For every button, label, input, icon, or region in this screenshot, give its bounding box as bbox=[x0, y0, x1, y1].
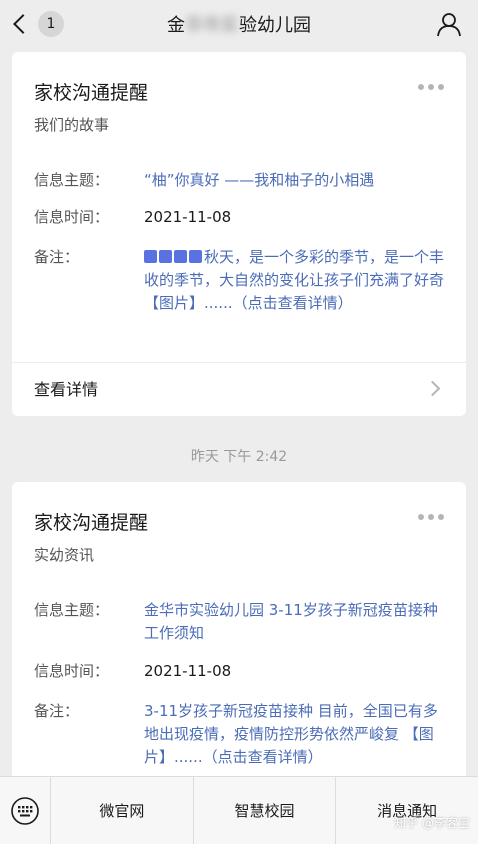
chevron-left-icon bbox=[13, 14, 33, 34]
note-value[interactable]: 秋天，是一个多彩的季节，是一个丰收的季节，大自然的变化让孩子们充满了好奇 【图片… bbox=[144, 246, 444, 315]
emoji-squares-icon bbox=[144, 246, 204, 269]
navigation-bar: 1 金华市实验幼儿园 bbox=[0, 0, 478, 48]
view-details-link[interactable]: 查看详情 bbox=[34, 376, 98, 400]
topic-label: 信息主题： bbox=[34, 171, 110, 189]
more-options-icon[interactable] bbox=[418, 84, 444, 90]
message-card[interactable]: 家校沟通提醒 实幼资讯 信息主题： 金华市实验幼儿园 3-11岁孩子新冠疫苗接种… bbox=[12, 482, 466, 782]
time-row: 信息时间： 2021-11-08 bbox=[34, 660, 444, 683]
more-options-icon[interactable] bbox=[418, 514, 444, 520]
time-label: 信息时间： bbox=[34, 208, 110, 226]
note-label: 备注： bbox=[34, 248, 80, 266]
topic-value[interactable]: “柚”你真好 ——我和柚子的小相遇 bbox=[144, 169, 444, 192]
time-row: 信息时间： 2021-11-08 bbox=[34, 206, 444, 229]
chevron-right-icon bbox=[424, 380, 441, 397]
note-row: 备注： 秋天，是一个多彩的季节，是一个丰收的季节，大自然的变化让孩子们充满了好奇… bbox=[34, 246, 444, 315]
time-value: 2021-11-08 bbox=[144, 662, 232, 680]
message-timestamp: 昨天 下午 2:42 bbox=[190, 449, 288, 465]
card-title: 家校沟通提醒 bbox=[34, 82, 149, 104]
message-card[interactable]: 家校沟通提醒 我们的故事 信息主题： “柚”你真好 ——我和柚子的小相遇 信息时… bbox=[12, 52, 466, 416]
note-label: 备注： bbox=[34, 702, 80, 720]
note-value[interactable]: 3-11岁孩子新冠疫苗接种 目前，全国已有多地出现疫情，疫情防控形势依然严峻复 … bbox=[144, 700, 444, 769]
time-value: 2021-11-08 bbox=[144, 208, 232, 226]
tab-micro-website[interactable]: 微官网 bbox=[51, 777, 194, 844]
topic-label: 信息主题： bbox=[34, 601, 110, 619]
bottom-tab-bar: 微官网 智慧校园 消息通知 bbox=[0, 776, 478, 844]
keyboard-icon bbox=[11, 796, 39, 825]
card-subtitle: 实幼资讯 bbox=[34, 546, 95, 564]
tab-message-notifications[interactable]: 消息通知 bbox=[336, 777, 478, 844]
time-label: 信息时间： bbox=[34, 662, 110, 680]
topic-row: 信息主题： “柚”你真好 ——我和柚子的小相遇 bbox=[34, 169, 444, 192]
note-row: 备注： 3-11岁孩子新冠疫苗接种 目前，全国已有多地出现疫情，疫情防控形势依然… bbox=[34, 700, 444, 769]
divider bbox=[12, 362, 466, 363]
back-button[interactable]: 1 bbox=[10, 10, 64, 38]
unread-count-badge: 1 bbox=[38, 11, 64, 37]
topic-row: 信息主题： 金华市实验幼儿园 3-11岁孩子新冠疫苗接种工作须知 bbox=[34, 599, 444, 645]
topic-value[interactable]: 金华市实验幼儿园 3-11岁孩子新冠疫苗接种工作须知 bbox=[144, 599, 444, 645]
page-title: 金华市实验幼儿园 bbox=[167, 15, 311, 36]
card-title: 家校沟通提醒 bbox=[34, 512, 149, 534]
tab-smart-campus[interactable]: 智慧校园 bbox=[194, 777, 337, 844]
keyboard-toggle-button[interactable] bbox=[0, 777, 51, 844]
watermark: 知乎 @李客宝 bbox=[394, 816, 470, 830]
card-subtitle: 我们的故事 bbox=[34, 116, 110, 134]
user-profile-icon[interactable] bbox=[436, 11, 462, 37]
